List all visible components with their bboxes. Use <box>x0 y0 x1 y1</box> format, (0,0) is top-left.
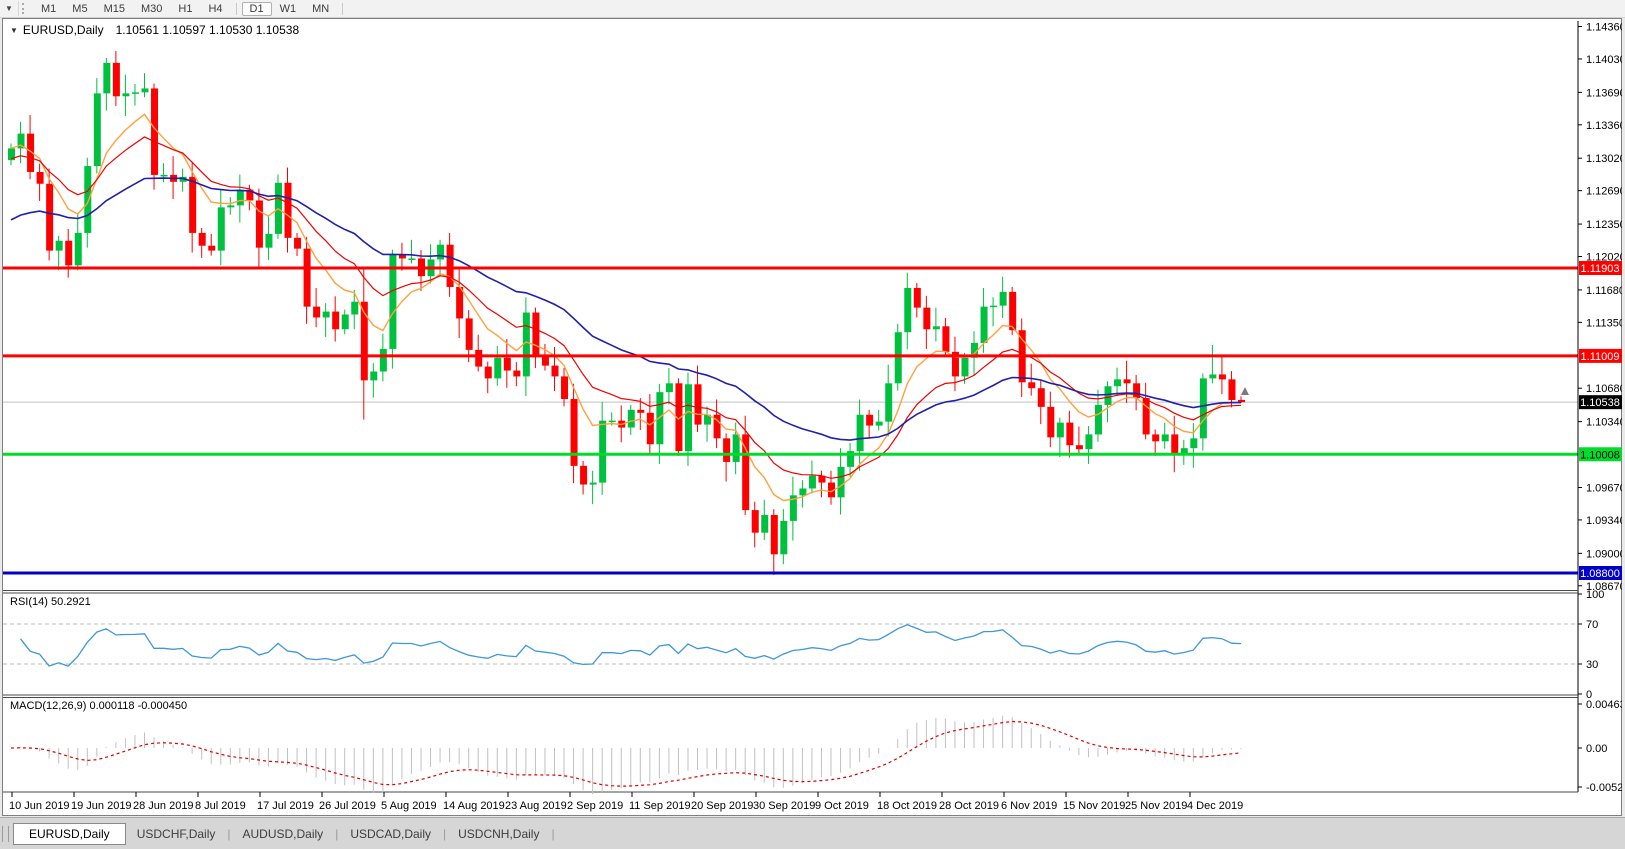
date-tick: 26 Jul 2019 <box>319 800 376 812</box>
date-tick: 18 Oct 2019 <box>877 800 937 812</box>
date-tick: 17 Jul 2019 <box>257 800 314 812</box>
date-tick: 6 Nov 2019 <box>1001 800 1057 812</box>
symbol-tabbar: EURUSD,DailyUSDCHF,Daily|AUDUSD,Daily|US… <box>0 817 1625 849</box>
price-label-1.11009: 1.11009 <box>1581 351 1620 363</box>
rsi-layer: 10070300 <box>3 589 1604 701</box>
date-tick: 4 Dec 2019 <box>1187 800 1243 812</box>
timeframe-button-d1[interactable]: D1 <box>242 2 272 16</box>
date-tick: 8 Jul 2019 <box>195 800 246 812</box>
timeframe-button-m15[interactable]: M15 <box>96 2 133 16</box>
price-tick: 1.12350 <box>1586 219 1622 231</box>
rsi-line <box>21 625 1242 666</box>
moving-averages-layer <box>11 114 1241 500</box>
price-tick: 1.14360 <box>1586 22 1622 34</box>
macd-tick: 0.00 <box>1586 743 1607 755</box>
timeframe-button-m1[interactable]: M1 <box>33 2 64 16</box>
tab-eurusd[interactable]: EURUSD,Daily <box>13 823 126 845</box>
tab-usdcad[interactable]: USDCAD,Daily <box>339 824 442 844</box>
toolbar-drag-grip[interactable] <box>22 3 28 14</box>
price-label-1.08800: 1.08800 <box>1580 568 1620 580</box>
price-label-1.10538: 1.10538 <box>1580 397 1620 409</box>
date-tick: 5 Aug 2019 <box>381 800 437 812</box>
timeframe-buttons: M1M5M15M30H1H4 D1W1MN <box>33 2 348 16</box>
timeframe-button-mn[interactable]: MN <box>304 2 337 16</box>
ma-line-8 <box>11 114 1241 500</box>
date-tick: 28 Jun 2019 <box>133 800 194 812</box>
price-tick: 1.09000 <box>1586 548 1622 560</box>
timeframe-button-h4[interactable]: H4 <box>200 2 230 16</box>
candles-layer <box>8 51 1249 575</box>
timeframe-button-h1[interactable]: H1 <box>170 2 200 16</box>
price-label-1.10008: 1.10008 <box>1580 449 1620 461</box>
chevron-down-icon: ▼ <box>5 4 13 13</box>
timeframe-toolbar: ▼ M1M5M15M30H1H4 D1W1MN <box>0 0 1625 18</box>
date-tick: 14 Aug 2019 <box>443 800 505 812</box>
toolbar-separator <box>342 3 343 15</box>
price-tick: 1.13020 <box>1586 153 1622 165</box>
rsi-tick: 100 <box>1586 589 1604 601</box>
price-tick: 1.11350 <box>1586 317 1622 329</box>
chart-window: 1.119031.110091.105381.100081.088001.143… <box>2 18 1622 816</box>
timeframe-button-m30[interactable]: M30 <box>133 2 170 16</box>
macd-tick: -0.00529 <box>1586 782 1622 794</box>
price-tick: 1.09340 <box>1586 515 1622 527</box>
tab-audusd[interactable]: AUDUSD,Daily <box>232 824 335 844</box>
tab-divider: | <box>443 827 446 841</box>
price-tick: 1.12020 <box>1586 252 1622 264</box>
price-tick: 1.09670 <box>1586 482 1622 494</box>
timeframe-button-w1[interactable]: W1 <box>272 2 305 16</box>
price-arrow-marker <box>1241 387 1249 395</box>
date-tick: 11 Sep 2019 <box>629 800 691 812</box>
date-tick: 2 Sep 2019 <box>567 800 623 812</box>
price-tick: 1.13360 <box>1586 120 1622 132</box>
price-tick: 1.12690 <box>1586 186 1622 198</box>
tab-usdchf[interactable]: USDCHF,Daily <box>126 824 227 844</box>
date-tick: 25 Nov 2019 <box>1125 800 1187 812</box>
main-chart-svg: 1.119031.110091.105381.100081.088001.143… <box>3 19 1622 816</box>
price-tick: 1.13690 <box>1586 87 1622 99</box>
axes-layer: 1.14360 1.14030 1.13690 1.13360 1.13020 1.126… <box>3 21 1622 812</box>
toolbar-separator <box>236 3 237 15</box>
date-tick: 9 Oct 2019 <box>815 800 869 812</box>
trading-platform: { "toolbar": { "dropdown_icon": "chevron… <box>0 0 1625 849</box>
price-tick: 1.11680 <box>1586 285 1622 297</box>
date-tick: 10 Jun 2019 <box>9 800 70 812</box>
price-tick: 1.10680 <box>1586 383 1622 395</box>
date-tick: 23 Aug 2019 <box>505 800 567 812</box>
price-tick: 1.14030 <box>1586 54 1622 66</box>
rsi-tick: 30 <box>1586 659 1598 671</box>
hlines-layer[interactable]: 1.11903 1.11009 1.10538 1.10008 1.08800 <box>3 261 1622 580</box>
tab-divider: | <box>551 827 554 841</box>
macd-layer: 0.00463 0.00 -0.00529 <box>11 699 1622 794</box>
timeframe-button-m5[interactable]: M5 <box>64 2 95 16</box>
date-tick: 28 Oct 2019 <box>939 800 999 812</box>
date-tick: 30 Sep 2019 <box>753 800 815 812</box>
date-tick: 19 Jun 2019 <box>71 800 132 812</box>
macd-tick: 0.00463 <box>1586 699 1622 711</box>
rsi-tick: 70 <box>1586 619 1598 631</box>
date-tick: 15 Nov 2019 <box>1063 800 1125 812</box>
tabbar-grip <box>2 826 9 842</box>
macd-signal-line <box>11 722 1241 787</box>
tab-divider: | <box>227 827 230 841</box>
chart-dropdown-button[interactable]: ▼ <box>0 1 19 16</box>
tab-usdcnh[interactable]: USDCNH,Daily <box>447 824 550 844</box>
date-tick: 20 Sep 2019 <box>691 800 753 812</box>
price-tick: 1.10340 <box>1586 417 1622 429</box>
price-label-1.11903: 1.11903 <box>1581 263 1620 275</box>
tab-divider: | <box>335 827 338 841</box>
